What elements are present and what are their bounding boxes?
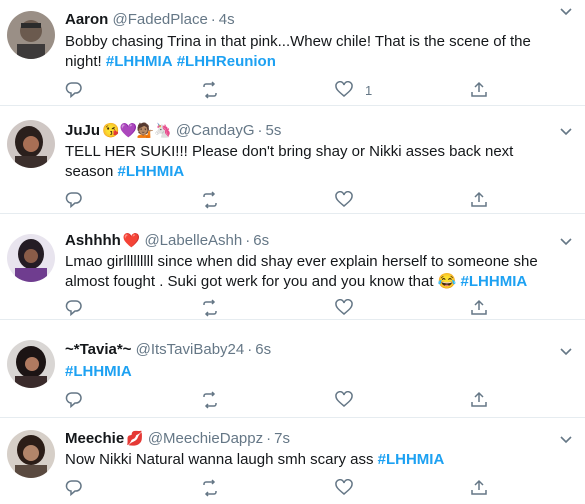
tweet-header: ~*Tavia*~ @ItsTaviBaby24 · 6s xyxy=(65,341,272,358)
timestamp[interactable]: 7s xyxy=(274,430,290,447)
avatar[interactable] xyxy=(7,120,55,168)
hashtag-link[interactable]: #LHHMIA xyxy=(118,163,185,180)
retweet-button[interactable] xyxy=(201,80,219,100)
retweet-icon xyxy=(203,479,217,497)
share-button[interactable] xyxy=(470,298,488,318)
tweet-card[interactable]: Aaron @FadedPlace · 4s Bobby chasing Trina… xyxy=(0,0,585,106)
tweet-card[interactable]: Ashhhh ❤️ @LabelleAshh · 6s Lmao girlllllll… xyxy=(0,214,585,320)
retweet-button[interactable] xyxy=(201,390,219,410)
retweet-button[interactable] xyxy=(201,190,219,210)
heart-icon xyxy=(335,479,353,495)
tweet-card[interactable]: JuJu 😘💜💁🏽🦄 @CandayG · 5s TELL HER SUKI!!! P… xyxy=(0,106,585,214)
timestamp[interactable]: 4s xyxy=(219,11,235,28)
heart-icon xyxy=(335,391,353,407)
name-emojis: 😘💜💁🏽🦄 xyxy=(102,122,172,138)
heart-icon xyxy=(335,81,353,97)
share-icon xyxy=(471,479,487,495)
tweet-text: Now Nikki Natural wanna laugh smh scary … xyxy=(65,451,445,468)
tweet-header: JuJu 😘💜💁🏽🦄 @CandayG · 5s xyxy=(65,122,282,139)
tweet-text: Lmao girlllllllll since when did shay ev… xyxy=(65,253,538,290)
heart-icon xyxy=(335,299,353,315)
user-handle[interactable]: @ItsTaviBaby24 xyxy=(136,341,245,358)
tweet-header: Ashhhh ❤️ @LabelleAshh · 6s xyxy=(65,232,270,249)
timestamp[interactable]: 5s xyxy=(266,122,282,139)
hashtag-link[interactable]: #LHHMIA xyxy=(65,363,132,380)
chevron-down-icon[interactable] xyxy=(559,344,573,358)
display-name[interactable]: JuJu xyxy=(65,122,100,139)
reply-button[interactable] xyxy=(65,478,83,498)
reply-button[interactable] xyxy=(65,80,83,100)
heart-icon xyxy=(335,191,353,207)
name-emojis: 💋 xyxy=(126,430,144,446)
share-icon xyxy=(471,81,487,97)
share-icon xyxy=(471,299,487,315)
reply-button[interactable] xyxy=(65,298,83,318)
share-button[interactable] xyxy=(470,190,488,210)
share-icon xyxy=(471,391,487,407)
name-emojis: ❤️ xyxy=(122,232,141,248)
timestamp[interactable]: 6s xyxy=(255,341,271,358)
display-name[interactable]: ~*Tavia*~ xyxy=(65,341,131,358)
reply-icon xyxy=(65,82,82,99)
share-button[interactable] xyxy=(470,478,488,498)
display-name[interactable]: Meechie xyxy=(65,430,124,447)
chevron-down-icon[interactable] xyxy=(559,124,573,138)
retweet-button[interactable] xyxy=(201,298,219,318)
tweet-text: TELL HER SUKI!!! Please don't bring shay… xyxy=(65,143,514,180)
tweet-actions: 1 xyxy=(65,80,505,100)
tweet-text: Bobby chasing Trina in that pink...Whew … xyxy=(65,33,531,70)
share-button[interactable] xyxy=(470,80,488,100)
avatar[interactable] xyxy=(7,340,55,388)
chevron-down-icon[interactable] xyxy=(559,234,573,248)
tweet-text: #LHHMIA xyxy=(65,362,563,382)
timestamp[interactable]: 6s xyxy=(253,232,269,249)
display-name[interactable]: Ashhhh xyxy=(65,232,121,249)
like-count: 1 xyxy=(365,82,373,98)
avatar[interactable] xyxy=(7,11,55,59)
like-button[interactable] xyxy=(335,298,353,318)
retweet-icon xyxy=(203,191,217,209)
tweet-card[interactable]: ~*Tavia*~ @ItsTaviBaby24 · 6s #LHHMIA xyxy=(0,320,585,418)
retweet-icon xyxy=(203,81,217,99)
tweet-card[interactable]: Meechie 💋 @MeechieDappz · 7s Now Nikki Natu… xyxy=(0,418,585,504)
hashtag-link[interactable]: #LHHMIA xyxy=(461,273,528,290)
tweet-actions xyxy=(65,390,505,410)
retweet-icon xyxy=(203,299,217,317)
like-button[interactable]: 1 xyxy=(335,80,372,100)
reply-icon xyxy=(65,300,82,317)
avatar[interactable] xyxy=(7,430,55,478)
chevron-down-icon[interactable] xyxy=(559,432,573,446)
hashtag-link[interactable]: #LHHMIA xyxy=(106,53,173,70)
reply-icon xyxy=(65,480,82,497)
user-handle[interactable]: @FadedPlace xyxy=(113,11,208,28)
retweet-button[interactable] xyxy=(201,478,219,498)
share-button[interactable] xyxy=(470,390,488,410)
user-handle[interactable]: @MeechieDappz xyxy=(148,430,263,447)
share-icon xyxy=(471,191,487,207)
avatar[interactable] xyxy=(7,234,55,282)
hashtag-link[interactable]: #LHHReunion xyxy=(177,53,276,70)
tweet-feed: Aaron @FadedPlace · 4s Bobby chasing Trina… xyxy=(0,0,585,504)
hashtag-link[interactable]: #LHHMIA xyxy=(378,451,445,468)
like-button[interactable] xyxy=(335,478,353,498)
retweet-icon xyxy=(203,391,217,409)
tweet-actions xyxy=(65,190,505,210)
reply-button[interactable] xyxy=(65,390,83,410)
tweet-header: Meechie 💋 @MeechieDappz · 7s xyxy=(65,430,290,447)
reply-icon xyxy=(65,192,82,209)
display-name[interactable]: Aaron xyxy=(65,11,108,28)
like-button[interactable] xyxy=(335,390,353,410)
tweet-header: Aaron @FadedPlace · 4s xyxy=(65,11,235,28)
tweet-actions xyxy=(65,298,505,318)
user-handle[interactable]: @LabelleAshh xyxy=(144,232,242,249)
reply-icon xyxy=(65,392,82,409)
like-button[interactable] xyxy=(335,190,353,210)
user-handle[interactable]: @CandayG xyxy=(176,122,255,139)
tweet-actions xyxy=(65,478,505,498)
reply-button[interactable] xyxy=(65,190,83,210)
chevron-down-icon[interactable] xyxy=(559,4,573,18)
